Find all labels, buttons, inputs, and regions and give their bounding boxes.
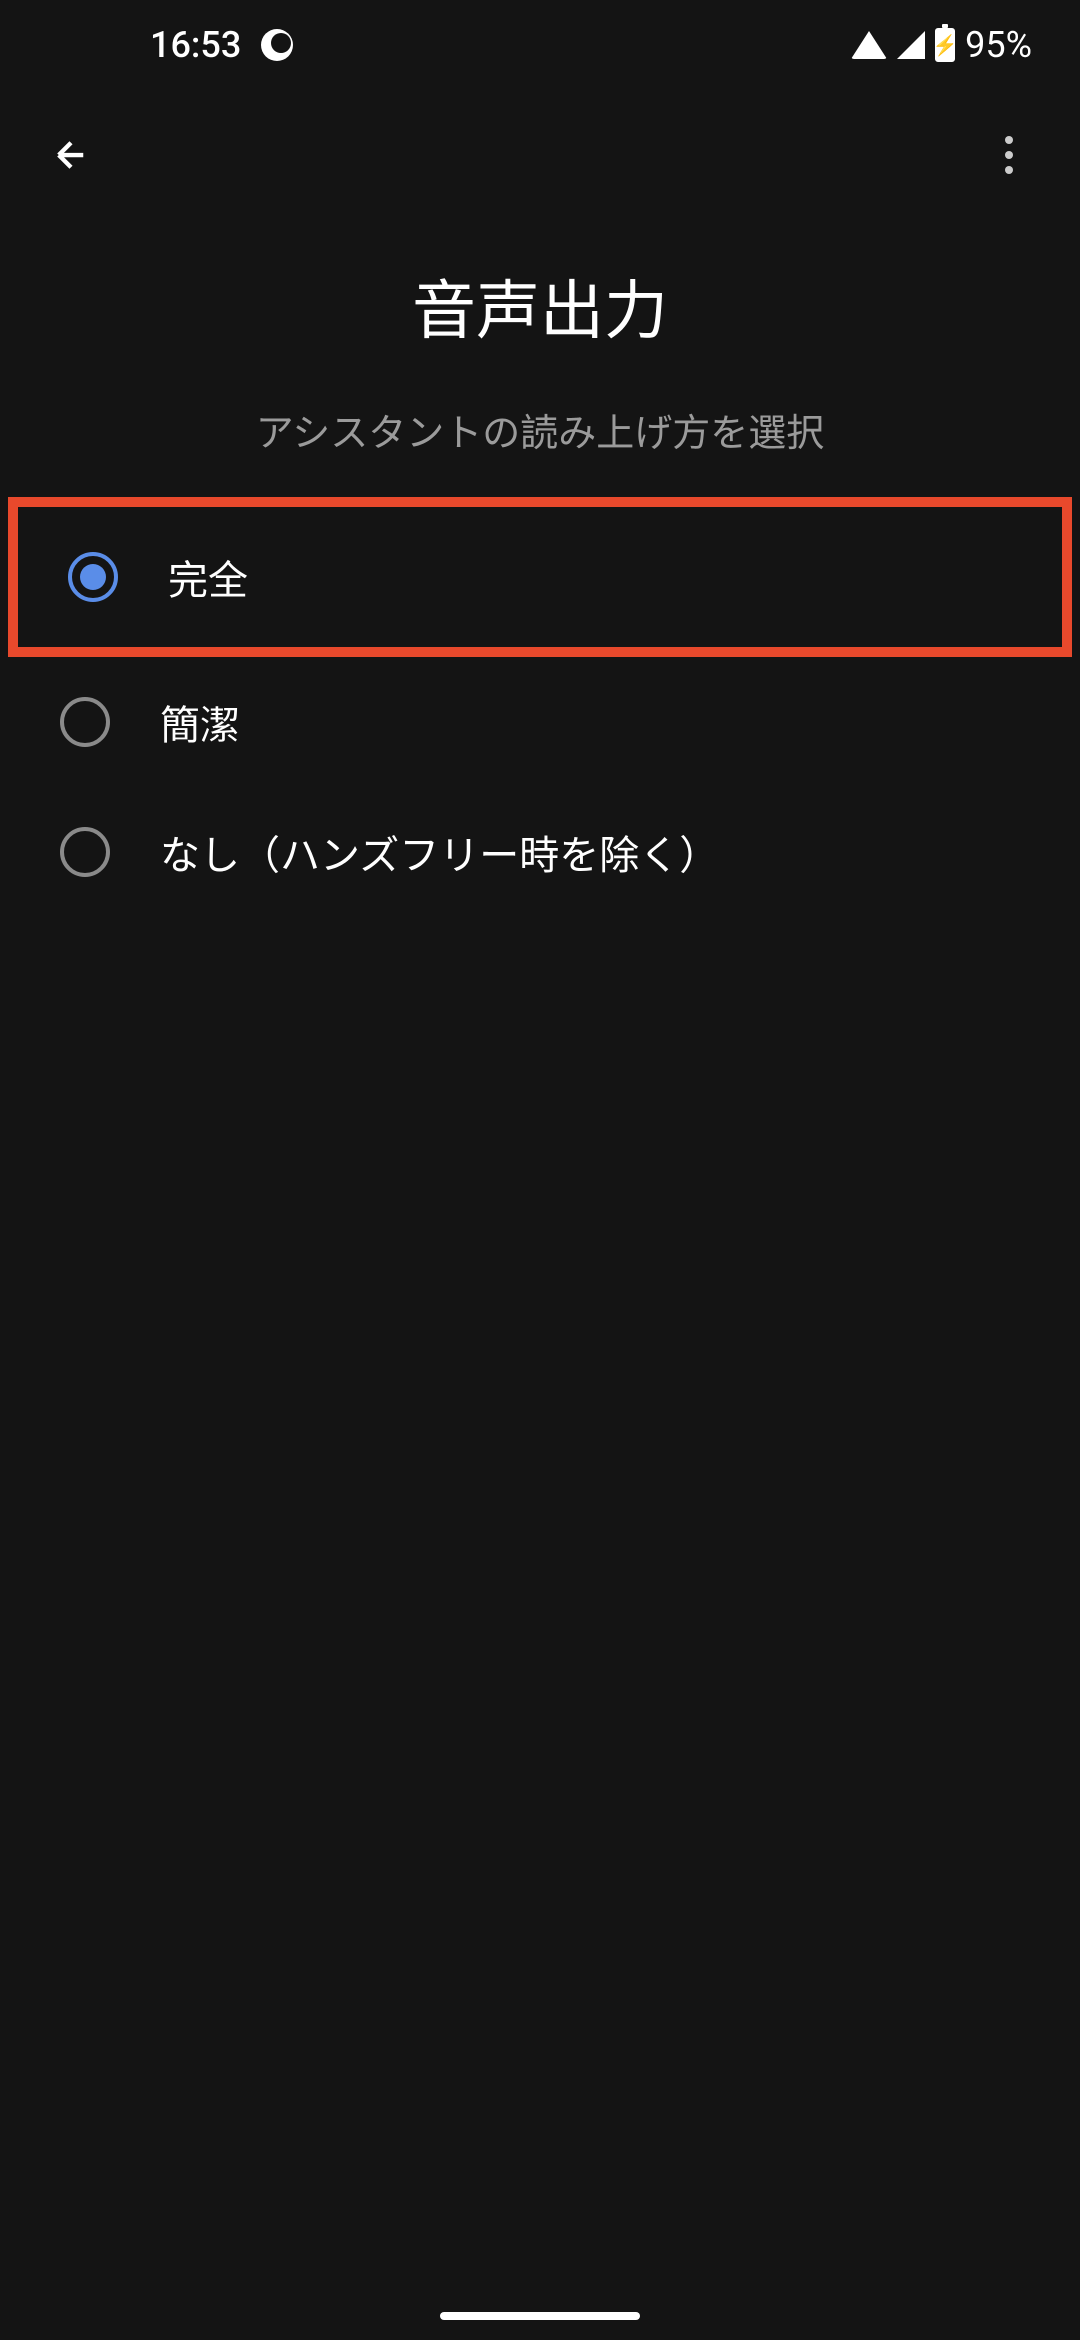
more-options-button[interactable] [988, 134, 1030, 176]
dnd-icon [261, 29, 293, 61]
status-bar: 16:53 ⚡ 95% [0, 0, 1080, 90]
battery-icon: ⚡ [935, 28, 955, 62]
page-subtitle: アシスタントの読み上げ方を選択 [0, 382, 1080, 497]
back-button[interactable] [50, 134, 92, 176]
radio-button-icon [60, 827, 110, 877]
app-bar [0, 90, 1080, 220]
radio-list: 完全 簡潔 なし（ハンズフリー時を除く） [0, 497, 1080, 917]
radio-button-icon [60, 697, 110, 747]
radio-option-none[interactable]: なし（ハンズフリー時を除く） [0, 787, 1080, 917]
more-vert-icon [1005, 136, 1013, 144]
battery-percent: 95% [965, 24, 1032, 66]
wifi-icon [851, 31, 887, 59]
status-left: 16:53 [150, 24, 293, 66]
radio-label: 完全 [168, 548, 248, 606]
radio-label: 簡潔 [160, 693, 240, 751]
radio-button-icon [68, 552, 118, 602]
radio-option-full[interactable]: 完全 [8, 497, 1072, 657]
radio-option-brief[interactable]: 簡潔 [0, 657, 1080, 787]
cellular-signal-icon [897, 31, 925, 59]
status-right: ⚡ 95% [851, 24, 1032, 66]
radio-label: なし（ハンズフリー時を除く） [160, 823, 719, 881]
page-title: 音声出力 [0, 220, 1080, 382]
arrow-left-icon [50, 134, 92, 176]
status-time: 16:53 [150, 24, 241, 66]
navigation-handle[interactable] [440, 2312, 640, 2320]
